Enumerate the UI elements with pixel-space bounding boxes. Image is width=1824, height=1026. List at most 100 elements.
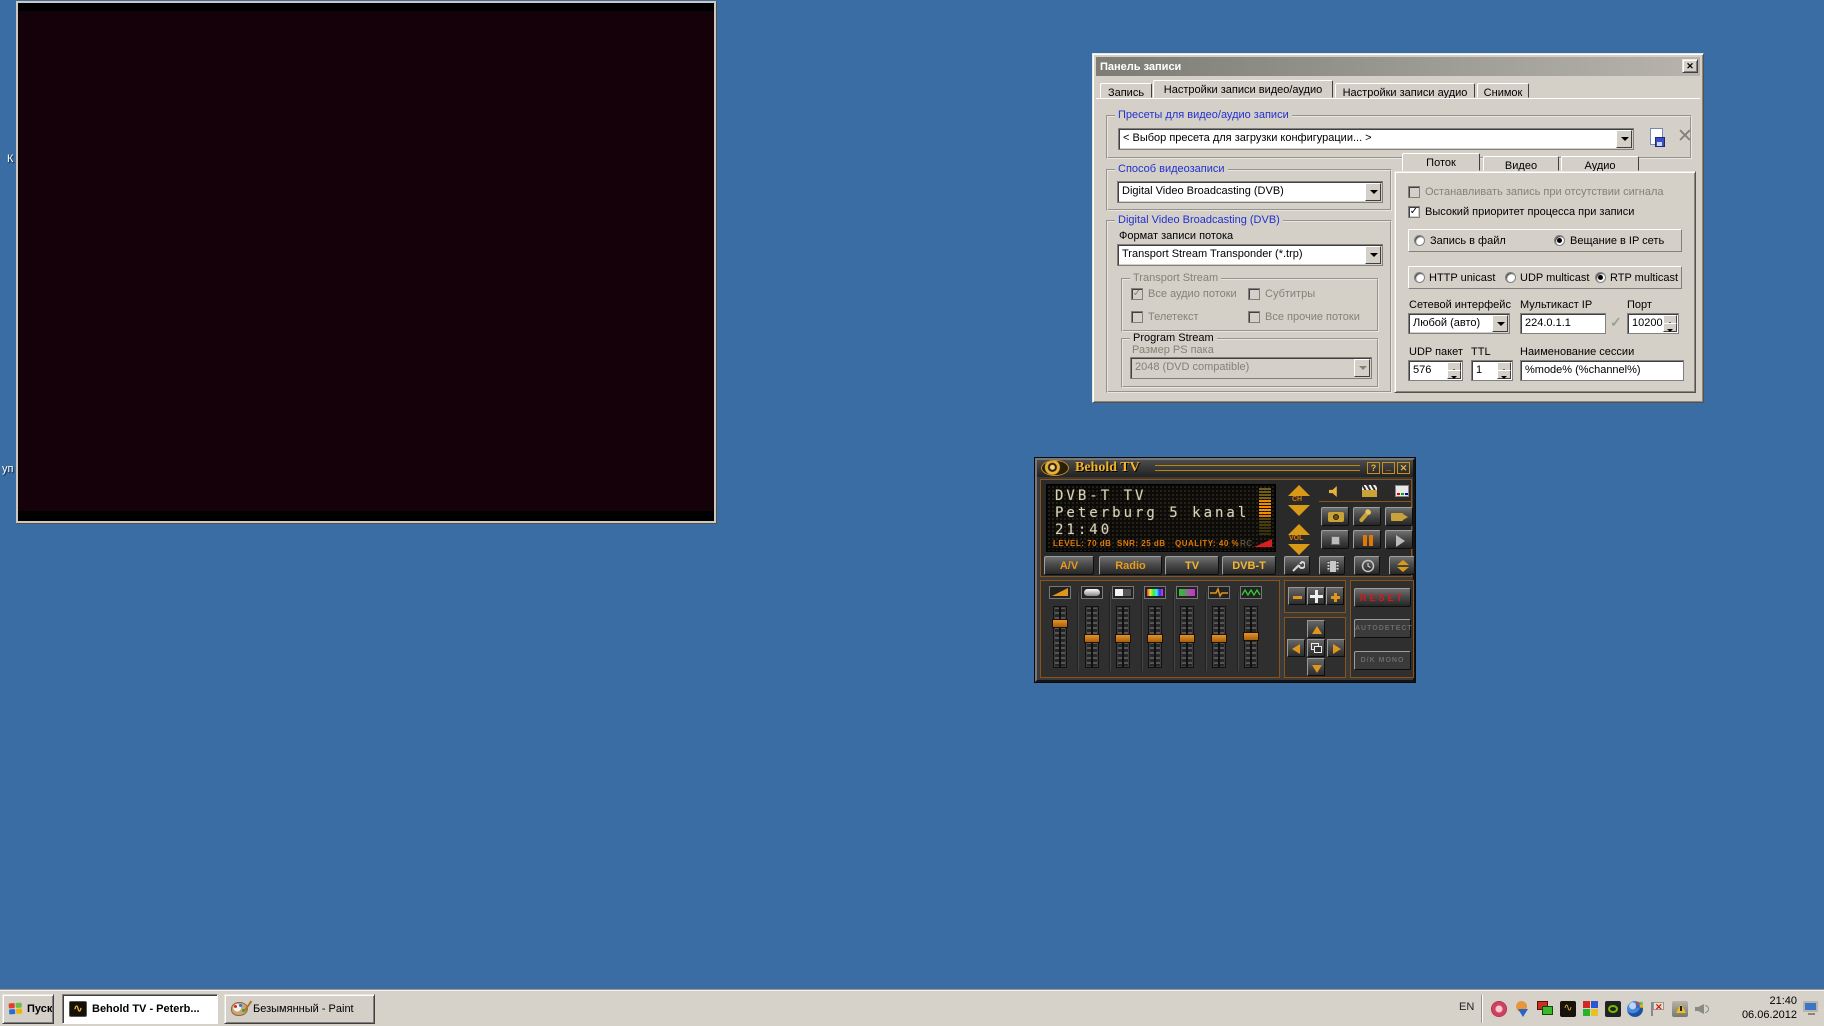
video-method-combobox[interactable]: Digital Video Broadcasting (DVB) (1117, 181, 1383, 203)
radio-http-unicast[interactable] (1414, 272, 1425, 283)
tray-clock[interactable]: 21:40 06.06.2012 (1735, 994, 1797, 1022)
reset-button[interactable]: RESET (1354, 588, 1411, 607)
volume-handle[interactable] (1052, 619, 1068, 628)
channel-down-button[interactable] (1288, 505, 1310, 516)
mode-tv-button[interactable]: TV (1165, 556, 1219, 575)
tray-icon-behold-tv[interactable]: ∿ (1560, 1001, 1576, 1017)
ttl-spinner[interactable]: 1 (1471, 360, 1513, 381)
clapperboard-icon[interactable] (1362, 485, 1377, 497)
task-behold-tv[interactable]: ∿ Behold TV - Peterb... (62, 994, 218, 1024)
pad-down-button[interactable] (1307, 658, 1325, 676)
contrast-track[interactable] (1116, 606, 1130, 668)
record-audio-button[interactable] (1353, 507, 1381, 526)
tray-icon-update-agent[interactable] (1514, 1001, 1530, 1017)
tray-icon-windows-update[interactable] (1627, 1001, 1643, 1017)
radio-rtp-multicast[interactable] (1595, 272, 1606, 283)
pan-move-button[interactable] (1307, 587, 1325, 605)
tray-icon-nvidia[interactable] (1605, 1001, 1621, 1017)
checkbox-stop-no-signal[interactable] (1408, 186, 1420, 198)
hue-handle[interactable] (1147, 634, 1163, 643)
multicast-ip-field[interactable]: 224.0.1.1 (1520, 313, 1606, 334)
dk-mono-button[interactable]: D/K MONO (1354, 651, 1411, 670)
pad-left-button[interactable] (1287, 639, 1305, 657)
volume-down-button[interactable] (1288, 544, 1310, 555)
ps-size-combo-arrow[interactable] (1354, 359, 1370, 377)
checkbox-subtitles[interactable] (1248, 288, 1260, 300)
tray-icon-volume[interactable] (1694, 1001, 1710, 1017)
start-button[interactable]: Пуск (2, 994, 54, 1024)
autodetect-button[interactable]: AUTODETECT (1354, 619, 1411, 638)
ttl-spin-down[interactable] (1497, 370, 1511, 380)
behold-minimize-button[interactable]: _ (1382, 462, 1395, 474)
ps-size-combobox[interactable]: 2048 (DVD compatible) (1130, 357, 1372, 379)
tab-zapis[interactable]: Запись (1100, 83, 1152, 98)
tab-video-audio-settings[interactable]: Настройки записи видео/аудио (1153, 80, 1333, 98)
tray-icon-display[interactable] (1803, 1001, 1820, 1015)
settings-button[interactable] (1284, 556, 1310, 575)
iface-combo-arrow[interactable] (1492, 315, 1508, 332)
radio-ip-broadcast[interactable] (1554, 235, 1565, 246)
tab-potok[interactable]: Поток (1402, 153, 1480, 171)
task-paint[interactable]: Безымянный - Paint (224, 994, 375, 1024)
slider-sharpness[interactable] (1204, 586, 1234, 674)
brightness-handle[interactable] (1084, 634, 1100, 643)
slider-noise-reduction[interactable] (1236, 586, 1266, 674)
tab-audio[interactable]: Аудио (1561, 156, 1639, 171)
slider-saturation[interactable] (1172, 586, 1202, 674)
channel-up-button[interactable] (1288, 485, 1310, 496)
pause-button[interactable] (1353, 530, 1381, 549)
noise-reduction-handle[interactable] (1243, 632, 1259, 641)
behold-help-button[interactable]: ? (1367, 462, 1380, 474)
language-indicator[interactable]: EN (1459, 1001, 1474, 1013)
iface-combobox[interactable]: Любой (авто) (1408, 313, 1510, 334)
tray-icon-hardware-warning[interactable] (1672, 1001, 1688, 1017)
checkbox-other-streams[interactable] (1248, 311, 1260, 323)
mode-av-button[interactable]: A/V (1044, 556, 1094, 575)
checkbox-high-priority[interactable]: ✓ (1408, 206, 1420, 218)
volume-track[interactable] (1053, 606, 1067, 668)
checkbox-all-audio[interactable]: ✓ (1131, 288, 1143, 300)
record-video-button[interactable] (1385, 507, 1413, 526)
sharpness-track[interactable] (1212, 606, 1226, 668)
zoom-in-button[interactable] (1326, 587, 1344, 605)
radio-record-to-file[interactable] (1414, 235, 1425, 246)
sharpness-handle[interactable] (1211, 634, 1227, 643)
video-files-button[interactable] (1319, 556, 1345, 575)
record-panel-close-button[interactable]: ✕ (1682, 59, 1698, 73)
noise-reduction-track[interactable] (1244, 606, 1258, 668)
radio-udp-multicast[interactable] (1505, 272, 1516, 283)
mute-speaker-icon[interactable] (1329, 486, 1341, 497)
saturation-track[interactable] (1180, 606, 1194, 668)
pad-center-button[interactable] (1307, 639, 1325, 657)
tray-icon-remote-screens[interactable] (1537, 1001, 1553, 1017)
tab-audio-settings[interactable]: Настройки записи аудио (1335, 83, 1475, 98)
format-combo-arrow[interactable] (1365, 246, 1381, 264)
session-name-field[interactable]: %mode% (%channel%) (1520, 360, 1684, 381)
tray-icon-security-alert[interactable]: ✕ (1650, 1001, 1666, 1017)
brightness-track[interactable] (1085, 606, 1099, 668)
preset-combo-arrow[interactable] (1616, 130, 1632, 148)
format-combobox[interactable]: Transport Stream Transponder (*.trp) (1117, 244, 1383, 266)
hue-track[interactable] (1148, 606, 1162, 668)
pad-up-button[interactable] (1307, 620, 1325, 638)
display-mode-icon[interactable] (1395, 485, 1409, 497)
udp-spin-down[interactable] (1447, 370, 1461, 380)
record-panel-titlebar[interactable]: Панель записи ✕ (1096, 57, 1700, 76)
save-preset-icon[interactable] (1648, 128, 1666, 148)
mode-dvbt-button[interactable]: DVB-T (1222, 556, 1276, 575)
tray-icon-antivirus[interactable] (1583, 1001, 1599, 1017)
port-spinner[interactable]: 10200 (1627, 313, 1679, 334)
tray-icon-download-manager[interactable] (1491, 1001, 1507, 1017)
port-spin-down[interactable] (1663, 323, 1677, 333)
mode-radio-button[interactable]: Radio (1099, 556, 1162, 575)
play-button[interactable] (1385, 530, 1413, 549)
zoom-out-button[interactable] (1288, 587, 1306, 605)
slider-volume[interactable] (1045, 586, 1075, 674)
tab-snimok[interactable]: Снимок (1477, 83, 1529, 98)
udp-packet-spinner[interactable]: 576 (1408, 360, 1463, 381)
preset-combobox[interactable]: < Выбор пресета для загрузки конфигураци… (1118, 128, 1634, 150)
pad-right-button[interactable] (1327, 639, 1345, 657)
slider-contrast[interactable] (1108, 586, 1138, 674)
tab-video[interactable]: Видео (1483, 156, 1559, 171)
compact-mode-button[interactable] (1389, 556, 1415, 575)
